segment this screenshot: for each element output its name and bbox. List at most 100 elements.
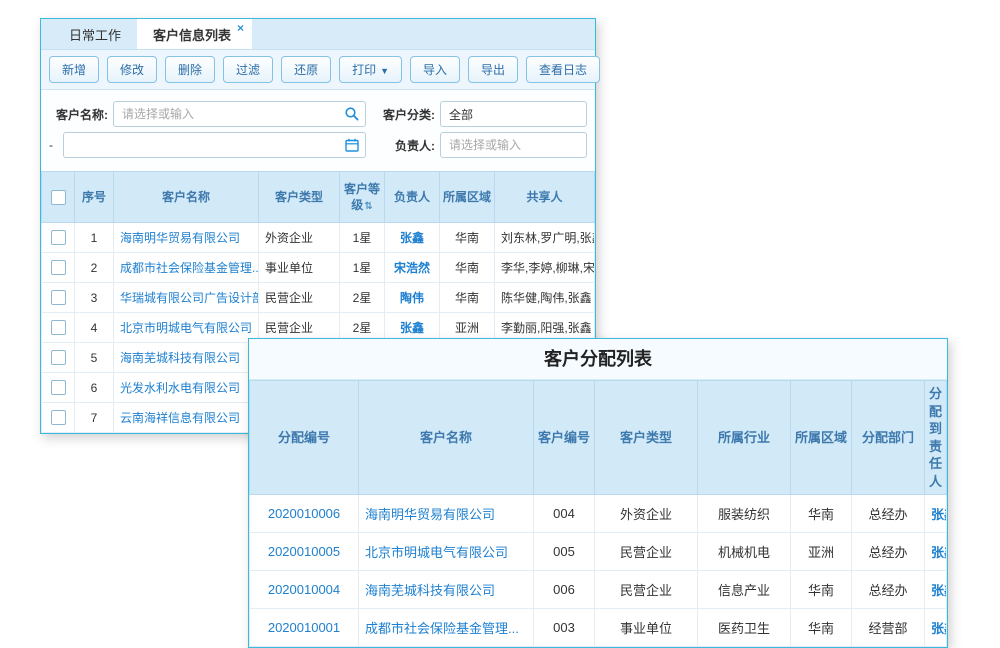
category-select[interactable]: 全部	[440, 101, 587, 127]
select-all-checkbox[interactable]	[51, 190, 66, 205]
cell-name: 海南芜城科技有限公司	[114, 343, 259, 373]
row-checkbox[interactable]	[51, 290, 66, 305]
owner-link[interactable]: 宋浩然	[394, 261, 430, 275]
header-row: 序号客户名称客户类型客户等级⇅负责人所属区域共享人	[42, 172, 595, 223]
cell-select	[42, 253, 75, 283]
row-checkbox[interactable]	[51, 230, 66, 245]
cell-name: 成都市社会保险基金管理...	[114, 253, 259, 283]
col-header-level[interactable]: 客户等级⇅	[340, 172, 385, 223]
col-header-dept: 分配部门	[852, 381, 925, 495]
cell-region: 华南	[791, 609, 852, 647]
cell-cust_no: 003	[534, 609, 595, 647]
col-header-cust_no: 客户编号	[534, 381, 595, 495]
cell-type: 事业单位	[595, 609, 698, 647]
cell-owner: 宋浩然	[385, 253, 440, 283]
name-link[interactable]: 光发水利水电有限公司	[120, 381, 240, 395]
col-header-alloc_no: 分配编号	[250, 381, 359, 495]
view-log-button[interactable]: 查看日志	[526, 56, 600, 83]
add-button[interactable]: 新增	[49, 56, 99, 83]
edit-button[interactable]: 修改	[107, 56, 157, 83]
cell-type: 事业单位	[259, 253, 340, 283]
cell-select	[42, 283, 75, 313]
export-button[interactable]: 导出	[468, 56, 518, 83]
table-row: 3华瑞城有限公司广告设计部民营企业2星陶伟华南陈华健,陶伟,张鑫	[42, 283, 595, 313]
row-checkbox[interactable]	[51, 320, 66, 335]
cell-dept: 总经办	[852, 571, 925, 609]
calendar-icon[interactable]	[344, 137, 360, 153]
cell-cust_no: 006	[534, 571, 595, 609]
search-icon[interactable]	[344, 106, 360, 122]
sort-icon[interactable]: ⇅	[364, 201, 372, 212]
alloc_no-link[interactable]: 2020010004	[268, 582, 340, 597]
name-link[interactable]: 北京市明城电气有限公司	[365, 545, 508, 560]
cell-no: 7	[75, 403, 114, 433]
cell-name: 北京市明城电气有限公司	[114, 313, 259, 343]
filter-row-1: 客户名称: 客户分类: 全部	[49, 101, 587, 127]
name-link[interactable]: 成都市社会保险基金管理...	[365, 621, 519, 636]
row-checkbox[interactable]	[51, 350, 66, 365]
name-link[interactable]: 海南明华贸易有限公司	[365, 507, 495, 522]
cell-region: 华南	[440, 253, 495, 283]
restore-button[interactable]: 还原	[281, 56, 331, 83]
name-link[interactable]: 云南海祥信息有限公司	[120, 411, 240, 425]
customer-name-input[interactable]	[113, 101, 366, 127]
cell-no: 4	[75, 313, 114, 343]
cell-type: 外资企业	[595, 495, 698, 533]
delete-button[interactable]: 删除	[165, 56, 215, 83]
name-link[interactable]: 海南芜城科技有限公司	[120, 351, 240, 365]
cell-select	[42, 403, 75, 433]
name-link[interactable]: 华瑞城有限公司广告设计部	[120, 291, 259, 305]
filter-button[interactable]: 过滤	[223, 56, 273, 83]
table-row: 2成都市社会保险基金管理...事业单位1星宋浩然华南李华,李婷,柳琳,宋浩然,张…	[42, 253, 595, 283]
cell-name: 光发水利水电有限公司	[114, 373, 259, 403]
assignee-link[interactable]: 张鑫	[931, 507, 947, 522]
tab-label: 日常工作	[69, 25, 121, 44]
cell-select	[42, 343, 75, 373]
cell-assignee: 张鑫	[925, 495, 947, 533]
owner-link[interactable]: 张鑫	[400, 231, 424, 245]
assignee-link[interactable]: 张鑫	[931, 545, 947, 560]
print-button[interactable]: 打印▼	[339, 56, 402, 83]
date-field	[63, 132, 366, 158]
cell-type: 外资企业	[259, 223, 340, 253]
alloc_no-link[interactable]: 2020010006	[268, 506, 340, 521]
owner-link[interactable]: 张鑫	[400, 321, 424, 335]
cell-dept: 经营部	[852, 609, 925, 647]
alloc_no-link[interactable]: 2020010001	[268, 620, 340, 635]
tab-daily-work[interactable]: 日常工作	[53, 19, 137, 49]
row-checkbox[interactable]	[51, 380, 66, 395]
cell-name: 北京市明城电气有限公司	[359, 533, 534, 571]
assignee-link[interactable]: 张鑫	[931, 621, 947, 636]
cell-name: 成都市社会保险基金管理...	[359, 609, 534, 647]
name-link[interactable]: 海南芜城科技有限公司	[365, 583, 495, 598]
table-row: 2020010004海南芜城科技有限公司006民营企业信息产业华南总经办张鑫	[250, 571, 947, 609]
row-checkbox[interactable]	[51, 260, 66, 275]
owner-input[interactable]	[440, 132, 587, 158]
category-label: 客户分类:	[366, 106, 440, 123]
name-link[interactable]: 海南明华贸易有限公司	[120, 231, 240, 245]
col-header-owner: 负责人	[385, 172, 440, 223]
toolbar: 新增修改删除过滤还原打印▼导入导出查看日志	[41, 50, 595, 90]
name-link[interactable]: 北京市明城电气有限公司	[120, 321, 252, 335]
import-button[interactable]: 导入	[410, 56, 460, 83]
cell-alloc_no: 2020010004	[250, 571, 359, 609]
cell-alloc_no: 2020010001	[250, 609, 359, 647]
allocation-table: 分配编号客户名称客户编号客户类型所属行业所属区域分配部门分配到责任人 20200…	[249, 380, 947, 647]
row-checkbox[interactable]	[51, 410, 66, 425]
tab-bar: 日常工作客户信息列表×	[41, 19, 595, 50]
date-input[interactable]	[63, 132, 366, 158]
cell-select	[42, 223, 75, 253]
category-value: 全部	[449, 106, 473, 123]
cell-shared: 刘东林,罗广明,张鑫	[495, 223, 595, 253]
col-header-region: 所属区域	[791, 381, 852, 495]
alloc_no-link[interactable]: 2020010005	[268, 544, 340, 559]
tab-customer-info-list[interactable]: 客户信息列表×	[137, 19, 252, 49]
close-icon[interactable]: ×	[237, 21, 244, 35]
assignee-link[interactable]: 张鑫	[931, 583, 947, 598]
cell-no: 6	[75, 373, 114, 403]
category-field: 全部	[440, 101, 587, 127]
name-link[interactable]: 成都市社会保险基金管理...	[120, 261, 259, 275]
owner-link[interactable]: 陶伟	[400, 291, 424, 305]
cell-region: 华南	[440, 283, 495, 313]
header-row: 分配编号客户名称客户编号客户类型所属行业所属区域分配部门分配到责任人	[250, 381, 947, 495]
